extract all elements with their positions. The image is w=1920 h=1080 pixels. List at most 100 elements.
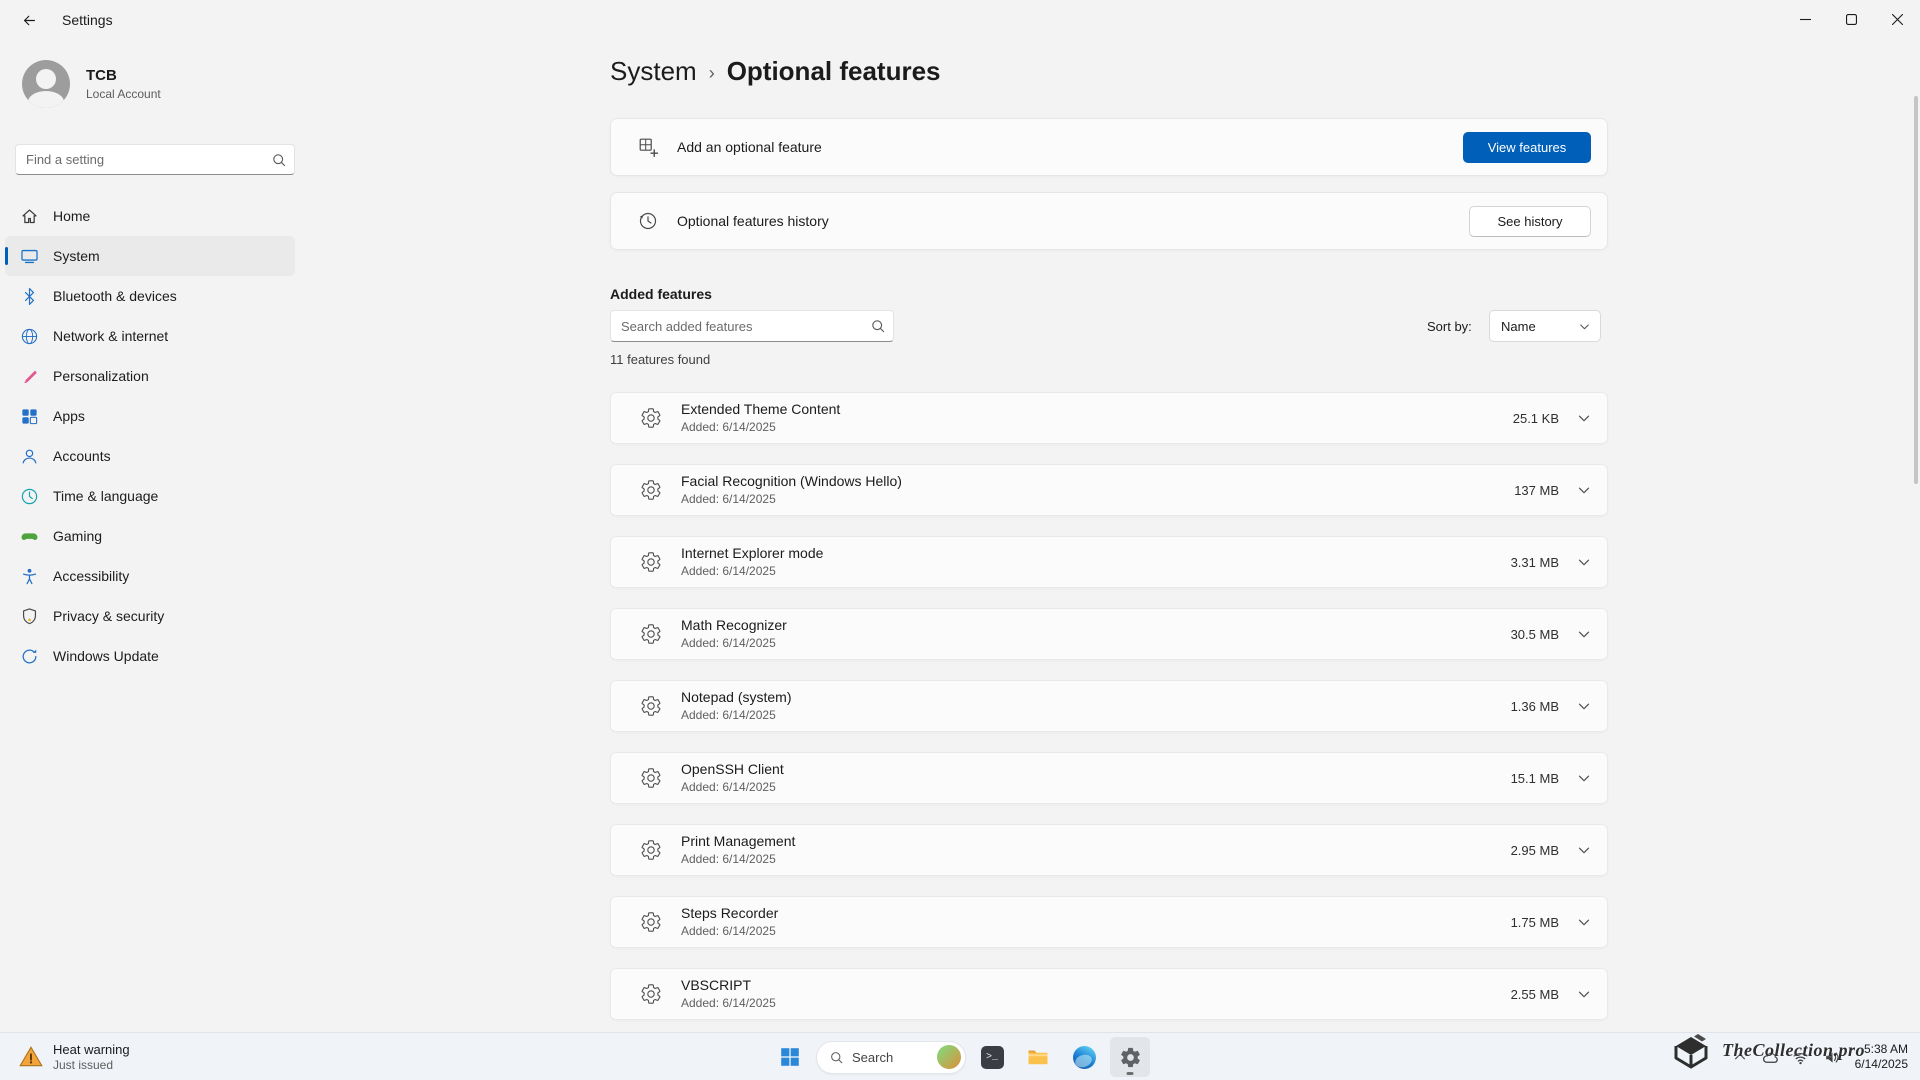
windows-update-icon — [19, 646, 39, 666]
see-history-button[interactable]: See history — [1469, 206, 1591, 237]
sidebar-item-system[interactable]: System — [5, 236, 295, 276]
tray-chevron-button[interactable] — [1728, 1040, 1752, 1074]
network-icon — [19, 326, 39, 346]
taskbar-search-label: Search — [852, 1050, 893, 1065]
sidebar-item-home[interactable]: Home — [5, 196, 295, 236]
sidebar-item-time-language[interactable]: Time & language — [5, 476, 295, 516]
feature-name: Internet Explorer mode — [681, 545, 823, 562]
taskbar-search[interactable]: Search — [816, 1041, 966, 1074]
added-features-heading: Added features — [610, 286, 712, 302]
expand-chevron-button[interactable] — [1569, 475, 1599, 505]
feature-row[interactable]: Internet Explorer mode Added: 6/14/2025 … — [610, 536, 1608, 588]
expand-chevron-button[interactable] — [1569, 907, 1599, 937]
sidebar-item-label: Time & language — [53, 488, 158, 504]
feature-name: VBSCRIPT — [681, 977, 776, 994]
feature-row[interactable]: Print Management Added: 6/14/2025 2.95 M… — [610, 824, 1608, 876]
widget-subtitle: Just issued — [53, 1058, 130, 1072]
personalization-icon — [19, 366, 39, 386]
feature-row[interactable]: OpenSSH Client Added: 6/14/2025 15.1 MB — [610, 752, 1608, 804]
home-icon — [19, 206, 39, 226]
edge-browser-button[interactable] — [1064, 1037, 1104, 1077]
expand-chevron-button[interactable] — [1569, 403, 1599, 433]
back-button[interactable] — [12, 6, 46, 34]
feature-added-date: Added: 6/14/2025 — [681, 564, 823, 579]
component-gear-icon — [639, 622, 663, 646]
add-feature-icon — [637, 136, 659, 158]
feature-added-date: Added: 6/14/2025 — [681, 708, 791, 723]
settings-window: Settings TCB Local Account — [0, 0, 1920, 1032]
sidebar-item-bluetooth-devices[interactable]: Bluetooth & devices — [5, 276, 295, 316]
feature-row[interactable]: Steps Recorder Added: 6/14/2025 1.75 MB — [610, 896, 1608, 948]
widgets-weather-button[interactable]: Heat warning Just issued — [8, 1036, 140, 1078]
network-tray-button[interactable] — [1787, 1040, 1814, 1074]
volume-tray-button[interactable] — [1818, 1040, 1845, 1074]
sidebar-item-label: Home — [53, 208, 90, 224]
search-icon — [829, 1050, 844, 1065]
sidebar-item-privacy-security[interactable]: Privacy & security — [5, 596, 295, 636]
feature-row[interactable]: Facial Recognition (Windows Hello) Added… — [610, 464, 1608, 516]
sidebar-item-apps[interactable]: Apps — [5, 396, 295, 436]
maximize-button[interactable] — [1828, 0, 1874, 38]
sidebar-item-windows-update[interactable]: Windows Update — [5, 636, 295, 676]
feature-row[interactable]: Notepad (system) Added: 6/14/2025 1.36 M… — [610, 680, 1608, 732]
feature-size: 3.31 MB — [1511, 555, 1559, 570]
account-name: TCB — [86, 67, 161, 84]
added-features-list: Extended Theme Content Added: 6/14/2025 … — [610, 392, 1608, 1040]
find-a-setting-input[interactable] — [15, 144, 295, 175]
terminal-app-button[interactable]: >_ — [972, 1037, 1012, 1077]
search-added-features-input[interactable] — [610, 310, 894, 342]
sidebar-item-network-internet[interactable]: Network & internet — [5, 316, 295, 356]
avatar — [22, 60, 70, 108]
tray-clock[interactable]: 5:38 AM 6/14/2025 — [1849, 1042, 1914, 1072]
expand-chevron-button[interactable] — [1569, 763, 1599, 793]
search-highlight-icon — [937, 1045, 961, 1069]
sidebar-item-label: Privacy & security — [53, 608, 164, 624]
breadcrumb: System › Optional features — [610, 56, 941, 87]
minimize-button[interactable] — [1782, 0, 1828, 38]
windows-logo-icon — [779, 1046, 801, 1068]
add-optional-feature-card: Add an optional feature View features — [610, 118, 1608, 176]
component-gear-icon — [639, 694, 663, 718]
feature-name: Math Recognizer — [681, 617, 787, 634]
feature-row[interactable]: Math Recognizer Added: 6/14/2025 30.5 MB — [610, 608, 1608, 660]
expand-chevron-button[interactable] — [1569, 691, 1599, 721]
sort-by-label: Sort by: — [1427, 319, 1472, 334]
feature-size: 137 MB — [1514, 483, 1559, 498]
folder-icon — [1026, 1045, 1050, 1069]
history-clock-icon — [637, 210, 659, 232]
time-language-icon — [19, 486, 39, 506]
weather-alert-icon — [18, 1044, 44, 1070]
breadcrumb-system-link[interactable]: System — [610, 56, 697, 87]
settings-app-button[interactable] — [1110, 1037, 1150, 1077]
sidebar-item-label: Accounts — [53, 448, 111, 464]
account-block[interactable]: TCB Local Account — [22, 60, 161, 108]
sidebar-item-accessibility[interactable]: Accessibility — [5, 556, 295, 596]
component-gear-icon — [639, 910, 663, 934]
expand-chevron-button[interactable] — [1569, 619, 1599, 649]
feature-name: OpenSSH Client — [681, 761, 784, 778]
chevron-down-icon — [1575, 841, 1593, 859]
close-button[interactable] — [1874, 0, 1920, 38]
sidebar-item-accounts[interactable]: Accounts — [5, 436, 295, 476]
expand-chevron-button[interactable] — [1569, 835, 1599, 865]
view-features-button[interactable]: View features — [1463, 132, 1591, 163]
onedrive-tray-button[interactable] — [1756, 1040, 1783, 1074]
file-explorer-button[interactable] — [1018, 1037, 1058, 1077]
feature-size: 1.36 MB — [1511, 699, 1559, 714]
titlebar: Settings — [0, 0, 1920, 40]
feature-size: 30.5 MB — [1511, 627, 1559, 642]
feature-row[interactable]: Extended Theme Content Added: 6/14/2025 … — [610, 392, 1608, 444]
scrollbar-thumb[interactable] — [1914, 96, 1918, 484]
start-button[interactable] — [770, 1037, 810, 1077]
feature-row[interactable]: VBSCRIPT Added: 6/14/2025 2.55 MB — [610, 968, 1608, 1020]
feature-size: 15.1 MB — [1511, 771, 1559, 786]
sidebar-item-personalization[interactable]: Personalization — [5, 356, 295, 396]
chevron-down-icon — [1575, 913, 1593, 931]
expand-chevron-button[interactable] — [1569, 547, 1599, 577]
component-gear-icon — [639, 478, 663, 502]
sidebar-item-label: Apps — [53, 408, 85, 424]
expand-chevron-button[interactable] — [1569, 979, 1599, 1009]
sidebar-item-gaming[interactable]: Gaming — [5, 516, 295, 556]
active-indicator — [5, 247, 8, 265]
sort-dropdown[interactable]: Name — [1489, 310, 1601, 342]
